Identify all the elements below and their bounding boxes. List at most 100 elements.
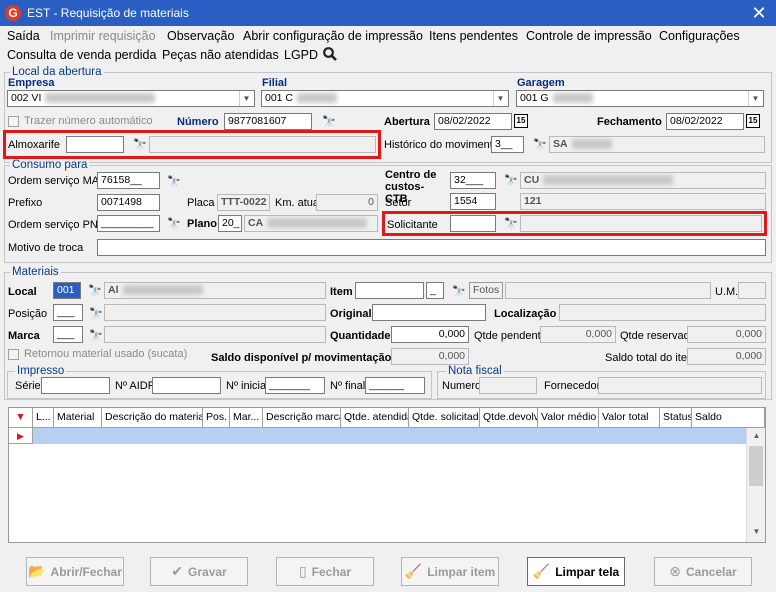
vertical-scrollbar[interactable]: ▲ ▼: [746, 428, 765, 542]
marca-input[interactable]: ___: [53, 326, 83, 343]
posicao-input[interactable]: ___: [53, 304, 83, 321]
search-icon[interactable]: [322, 46, 338, 62]
inicial-label: Nº inicial: [226, 380, 269, 392]
setor-input[interactable]: 1554: [450, 193, 496, 210]
empresa-select[interactable]: 002 VI ▼: [7, 90, 255, 107]
retornou-checkbox[interactable]: [8, 349, 19, 360]
fotos-button[interactable]: Fotos: [469, 282, 503, 299]
local-desc: Al: [104, 282, 326, 299]
plano-input[interactable]: 20_: [218, 215, 242, 232]
aidf-input[interactable]: [152, 377, 221, 394]
os-man-input[interactable]: 76158__: [97, 172, 160, 189]
cancelar-button[interactable]: ⊗ Cancelar: [654, 557, 752, 586]
table-row[interactable]: [33, 428, 746, 444]
menu-observacao[interactable]: Observação: [167, 27, 234, 45]
scroll-up-icon[interactable]: ▲: [747, 428, 766, 444]
local-input[interactable]: 001: [53, 282, 81, 299]
column-header[interactable]: Saldo: [692, 408, 765, 428]
column-header[interactable]: Material: [54, 408, 102, 428]
menu-controle-impressao[interactable]: Controle de impressão: [526, 27, 652, 45]
filial-select[interactable]: 001 C ▼: [261, 90, 509, 107]
os-pne-input[interactable]: _________: [97, 215, 160, 232]
column-header[interactable]: Pos.: [203, 408, 230, 428]
binoculars-icon[interactable]: 🔭: [88, 307, 104, 321]
serie-label: Série: [15, 380, 41, 392]
centro-custos-input[interactable]: 32___: [450, 172, 496, 189]
filial-value: 001 C: [265, 92, 294, 104]
column-header[interactable]: L...: [33, 408, 54, 428]
original-label: Original: [330, 308, 372, 320]
gravar-button[interactable]: ✔ Gravar: [150, 557, 248, 586]
column-header[interactable]: Descrição marca: [263, 408, 341, 428]
close-button[interactable]: ✕: [746, 2, 772, 24]
historico-input[interactable]: 3__: [491, 136, 524, 153]
column-header[interactable]: Qtde. solicitada: [409, 408, 480, 428]
menu-consulta-venda-perdida[interactable]: Consulta de venda perdida: [7, 46, 156, 64]
menu-imprimir-requisicao[interactable]: Imprimir requisição: [50, 27, 156, 45]
calendar-icon[interactable]: 15: [514, 114, 528, 128]
saldo-disponivel-value: 0,000: [391, 348, 469, 365]
sort-arrow-icon[interactable]: ▼: [9, 408, 33, 428]
serie-input[interactable]: [41, 377, 110, 394]
nota-numero-label: Numero: [442, 380, 482, 392]
column-header[interactable]: Valor total: [599, 408, 660, 428]
items-grid[interactable]: ▼ L... Material Descrição do material Po…: [8, 407, 766, 543]
column-header[interactable]: Mar...: [230, 408, 263, 428]
inicial-input[interactable]: _______: [265, 377, 325, 394]
column-header[interactable]: Descrição do material: [102, 408, 203, 428]
motivo-troca-input[interactable]: [97, 239, 766, 256]
impresso-group-title: Impresso: [15, 365, 67, 377]
quantidade-input[interactable]: 0,000: [391, 326, 469, 343]
limpar-tela-button[interactable]: 🧹 Limpar tela: [527, 557, 625, 586]
chevron-down-icon[interactable]: ▼: [493, 91, 507, 106]
menu-pecas-nao-atendidas[interactable]: Peças não atendidas: [162, 46, 279, 64]
abertura-input[interactable]: 08/02/2022: [434, 113, 512, 130]
cancel-icon: ⊗: [669, 563, 682, 579]
binoculars-icon[interactable]: 🔭: [532, 138, 548, 152]
materiais-group-title: Materiais: [10, 266, 61, 278]
binoculars-icon[interactable]: 🔭: [166, 217, 182, 231]
numero-input[interactable]: 9877081607: [224, 113, 312, 130]
binoculars-icon[interactable]: 🔭: [503, 174, 519, 188]
saldo-disponivel-label: Saldo disponível p/ movimentação: [211, 352, 392, 364]
fechar-button[interactable]: ▯ Fechar: [276, 557, 374, 586]
menu-configuracoes[interactable]: Configurações: [659, 27, 740, 45]
centro-custos-desc: CU: [520, 172, 766, 189]
fechamento-input[interactable]: 08/02/2022: [666, 113, 744, 130]
column-header[interactable]: Valor médio: [538, 408, 599, 428]
abertura-label: Abertura: [384, 116, 430, 128]
local-label: Local: [8, 286, 37, 298]
binoculars-icon[interactable]: 🔭: [88, 329, 104, 343]
binoculars-icon[interactable]: 🔭: [321, 115, 337, 129]
column-header[interactable]: Qtde. atendida: [341, 408, 409, 428]
abrir-fechar-button[interactable]: 📂 Abrir/Fechar: [26, 557, 124, 586]
trazer-checkbox[interactable]: [8, 116, 19, 127]
prefixo-input[interactable]: 0071498: [97, 194, 160, 211]
menu-itens-pendentes[interactable]: Itens pendentes: [429, 27, 518, 45]
calendar-icon[interactable]: 15: [746, 114, 760, 128]
qtde-reservada-value: 0,000: [687, 326, 766, 343]
binoculars-icon[interactable]: 🔭: [87, 284, 103, 298]
item-suffix-input[interactable]: _: [426, 282, 444, 299]
menu-abrir-configuracao[interactable]: Abrir configuração de impressão: [243, 27, 423, 45]
column-header[interactable]: Qtde.devolv.: [480, 408, 538, 428]
chevron-down-icon[interactable]: ▼: [239, 91, 253, 106]
numero-label: Número: [177, 116, 219, 128]
binoculars-icon[interactable]: 🔭: [166, 175, 182, 189]
limpar-item-button[interactable]: 🧹 Limpar item: [401, 557, 499, 586]
scroll-thumb[interactable]: [749, 446, 763, 486]
document-icon: ▯: [298, 563, 307, 579]
garagem-select[interactable]: 001 G ▼: [516, 90, 764, 107]
final-input[interactable]: ______: [365, 377, 425, 394]
title-bar: G EST - Requisição de materiais ✕: [0, 0, 776, 26]
um-value: [738, 282, 766, 299]
original-input[interactable]: [372, 304, 486, 321]
menu-saida[interactable]: Saída: [7, 27, 40, 45]
menu-lgpd[interactable]: LGPD: [284, 46, 318, 64]
chevron-down-icon[interactable]: ▼: [748, 91, 762, 106]
scroll-down-icon[interactable]: ▼: [747, 524, 766, 540]
km-label: Km. atual: [275, 197, 322, 209]
column-header[interactable]: Status: [660, 408, 692, 428]
binoculars-icon[interactable]: 🔭: [451, 285, 467, 299]
item-input[interactable]: [355, 282, 424, 299]
